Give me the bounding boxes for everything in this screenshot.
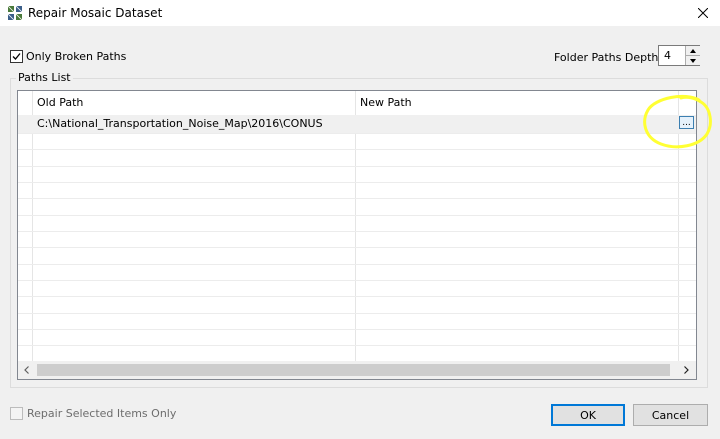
arrow-down-icon [690, 58, 696, 63]
horizontal-scrollbar[interactable] [18, 361, 696, 379]
arrow-up-icon [690, 48, 696, 53]
scrollbar-thumb[interactable] [37, 364, 670, 376]
checkbox-box[interactable] [10, 50, 23, 63]
row-line [18, 166, 696, 167]
row-line [18, 215, 696, 216]
window-title: Repair Mosaic Dataset [28, 6, 163, 20]
browse-button[interactable]: ... [679, 116, 694, 129]
row-line [18, 296, 696, 297]
repair-selected-items-label: Repair Selected Items Only [27, 407, 177, 420]
row-line [18, 264, 696, 265]
close-icon [698, 8, 708, 18]
chevron-left-icon [23, 366, 29, 374]
spin-down-button[interactable] [685, 56, 700, 65]
old-path-cell[interactable]: C:\National_Transportation_Noise_Map\201… [37, 117, 323, 130]
only-broken-paths-label: Only Broken Paths [26, 50, 127, 63]
table-row[interactable]: C:\National_Transportation_Noise_Map\201… [18, 115, 696, 133]
scroll-left-button[interactable] [20, 364, 32, 376]
row-line [18, 133, 696, 134]
scroll-right-button[interactable] [680, 364, 692, 376]
close-button[interactable] [690, 2, 716, 24]
spin-up-button[interactable] [685, 46, 700, 56]
ok-button[interactable]: OK [551, 404, 625, 426]
paths-list-label: Paths List [16, 71, 73, 84]
paths-grid[interactable]: Old Path New Path C:\National_Transporta… [17, 90, 697, 380]
row-line [18, 198, 696, 199]
folder-paths-depth-spinner[interactable]: 4 [658, 45, 700, 66]
checkmark-icon [12, 53, 21, 60]
chevron-right-icon [683, 366, 689, 374]
row-line [18, 231, 696, 232]
row-line [18, 280, 696, 281]
checkbox-box[interactable] [10, 407, 23, 420]
column-header-new-path[interactable]: New Path [356, 91, 678, 115]
cancel-button[interactable]: Cancel [633, 404, 708, 426]
row-line [18, 149, 696, 150]
only-broken-paths-checkbox[interactable]: Only Broken Paths [10, 50, 126, 63]
row-line [18, 182, 696, 183]
folder-paths-depth-value[interactable]: 4 [664, 49, 671, 62]
mosaic-dataset-icon [7, 5, 23, 21]
row-line [18, 247, 696, 248]
repair-selected-items-checkbox[interactable]: Repair Selected Items Only [10, 407, 176, 420]
column-header-old-path[interactable]: Old Path [33, 91, 355, 115]
row-line [18, 345, 696, 346]
grid-header: Old Path New Path [18, 91, 696, 116]
row-line [18, 313, 696, 314]
folder-paths-depth-label: Folder Paths Depth: [554, 51, 663, 64]
row-line [18, 329, 696, 330]
